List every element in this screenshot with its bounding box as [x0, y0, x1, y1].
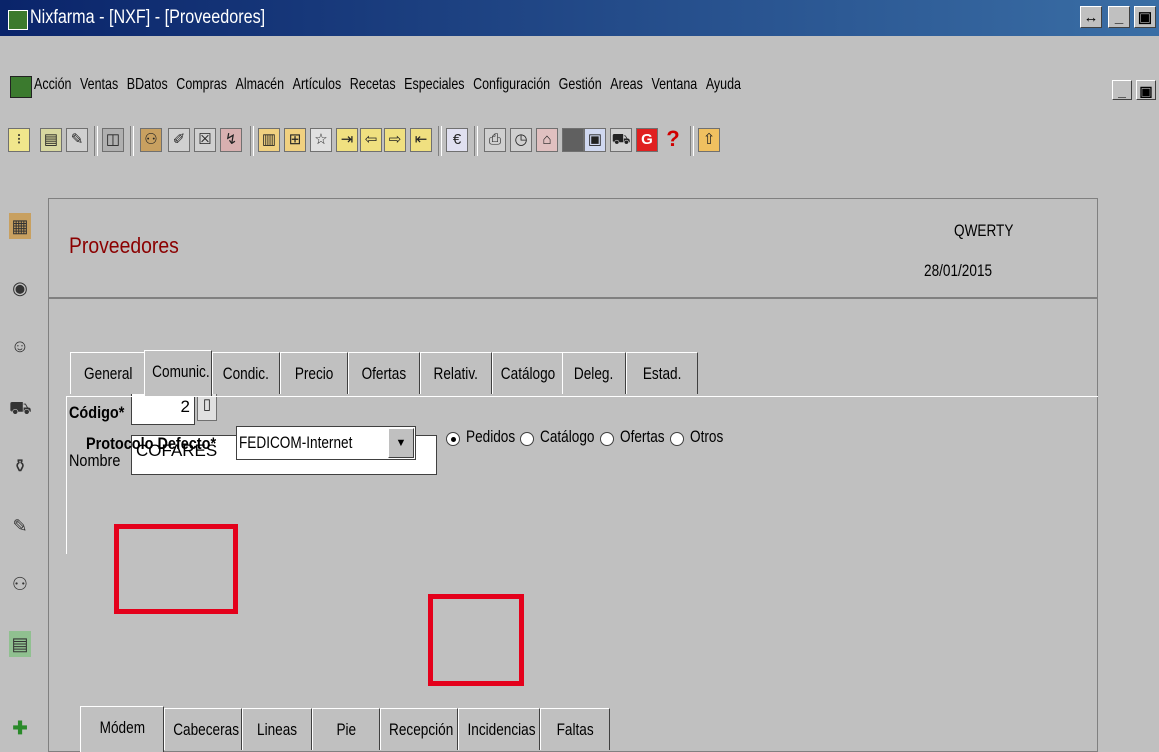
minimize-button[interactable]: _: [1108, 6, 1130, 28]
subtab-cabeceras[interactable]: Cabeceras: [164, 708, 242, 750]
maximize-button[interactable]: ▣: [1134, 6, 1156, 28]
menu-gestion[interactable]: Gestión: [559, 76, 602, 93]
subtab-pie[interactable]: Pie: [312, 708, 380, 750]
tab-estad[interactable]: Estad.: [626, 352, 698, 394]
book-icon[interactable]: ▦: [9, 213, 31, 239]
menu-configuracion[interactable]: Configuración: [473, 76, 550, 93]
add-icon[interactable]: ✚: [9, 715, 31, 741]
disabled-icon[interactable]: ◫: [102, 128, 124, 152]
subtab-faltas[interactable]: Faltas: [540, 708, 610, 750]
edit-icon[interactable]: ✎: [66, 128, 88, 152]
g-icon[interactable]: G: [636, 128, 658, 152]
people-icon[interactable]: ⚇: [9, 571, 31, 597]
help-icon[interactable]: ?: [662, 128, 684, 152]
pencil-icon[interactable]: ✎: [9, 513, 31, 539]
protocolo-label: Protocolo Defecto*: [86, 434, 217, 453]
subtab-modem[interactable]: Módem: [80, 706, 164, 752]
clock-icon[interactable]: ◷: [510, 128, 532, 152]
radio-pedidos-label: Pedidos: [466, 427, 516, 446]
radio-ofertas-label: Ofertas: [620, 427, 665, 446]
tab-precio[interactable]: Precio: [280, 352, 348, 394]
arrow-left-icon[interactable]: ⇦: [360, 128, 382, 152]
tab-ofertas[interactable]: Ofertas: [348, 352, 420, 394]
highlight-comunic-tab: [114, 524, 238, 614]
notes-icon[interactable]: ✐: [168, 128, 190, 152]
subtab-incidencias[interactable]: Incidencias: [458, 708, 540, 750]
current-date: 28/01/2015: [924, 261, 993, 280]
exit-icon[interactable]: ⇧: [698, 128, 720, 152]
resize-icon[interactable]: ↔: [1080, 6, 1102, 28]
coin-icon[interactable]: ◉: [9, 275, 31, 301]
cart-icon[interactable]: ⛟: [610, 128, 632, 152]
title-bar: Nixfarma - [NXF] - [Proveedores] ↔ _ ▣: [0, 0, 1159, 36]
next-record-icon[interactable]: ⇥: [336, 128, 358, 152]
menu-accion[interactable]: Acción: [34, 76, 71, 93]
menu-ventas[interactable]: Ventas: [80, 76, 118, 93]
menu-bar: Acción Ventas BDatos Compras Almacén Artículo…: [0, 70, 1159, 104]
panel-header: Proveedores QWERTY 28/01/2015: [49, 199, 1097, 299]
binoculars-icon[interactable]: ⚇: [140, 128, 162, 152]
radio-checked-dot: [451, 437, 456, 442]
user-name: QWERTY: [954, 221, 1014, 240]
radio-catalogo-label: Catálogo: [540, 427, 595, 446]
euro-icon[interactable]: €: [446, 128, 468, 152]
star-icon[interactable]: ☆: [310, 128, 332, 152]
radio-otros-label: Otros: [690, 427, 724, 446]
delete-icon[interactable]: ☒: [194, 128, 216, 152]
menu-areas[interactable]: Areas: [610, 76, 643, 93]
tab-comunic[interactable]: Comunic.: [144, 350, 212, 396]
toolbar: ⁝ ▤ ✎ ◫ ⚇ ✐ ☒ ↯ ▥ ⊞ ☆ ⇥ ⇦ ⇨ ⇤ € ⎙ ◷ ⌂ ▣ …: [0, 120, 1159, 160]
chevron-down-icon[interactable]: ▼: [388, 428, 414, 458]
list-icon[interactable]: ⁝: [8, 128, 30, 152]
protocolo-value: FEDICOM-Internet: [239, 433, 353, 452]
app-icon: [8, 10, 28, 30]
right-strip: [1100, 198, 1159, 752]
subtab-lineas[interactable]: Lineas: [242, 708, 312, 750]
import-icon[interactable]: ⇤: [410, 128, 432, 152]
lock-icon[interactable]: ⌂: [536, 128, 558, 152]
tab-condic[interactable]: Condic.: [212, 352, 280, 394]
menu-bdatos[interactable]: BDatos: [127, 76, 168, 93]
computer-icon[interactable]: ▣: [584, 128, 606, 152]
menu-compras[interactable]: Compras: [176, 76, 227, 93]
tab-deleg[interactable]: Deleg.: [562, 352, 626, 394]
menu-ayuda[interactable]: Ayuda: [706, 76, 741, 93]
report-icon[interactable]: ▥: [258, 128, 280, 152]
stop-icon[interactable]: [562, 128, 584, 152]
tab-relativ[interactable]: Relativ.: [420, 352, 492, 394]
export-icon[interactable]: ↯: [220, 128, 242, 152]
tree-icon[interactable]: ⊞: [284, 128, 306, 152]
tab-catalogo[interactable]: Catálogo: [492, 352, 564, 394]
basket-icon[interactable]: ⚱: [9, 453, 31, 479]
menu-articulos[interactable]: Artículos: [293, 76, 342, 93]
menu-recetas[interactable]: Recetas: [350, 76, 396, 93]
print-icon[interactable]: ⎙: [484, 128, 506, 152]
highlight-pedidos-radio: [428, 594, 524, 686]
form-icon[interactable]: ▤: [40, 128, 62, 152]
cart-icon[interactable]: ⛟: [9, 395, 32, 421]
tab-general[interactable]: General: [70, 352, 146, 394]
arrow-right-icon[interactable]: ⇨: [384, 128, 406, 152]
person-icon[interactable]: ☺: [9, 333, 31, 359]
protocolo-select[interactable]: FEDICOM-Internet ▼: [236, 426, 416, 460]
mdi-maximize-button[interactable]: ▣: [1136, 80, 1156, 100]
computer-icon[interactable]: ▤: [9, 631, 31, 657]
menu-almacen[interactable]: Almacén: [236, 76, 285, 93]
window-title: Nixfarma - [NXF] - [Proveedores]: [30, 7, 266, 28]
menu-items: Acción Ventas BDatos Compras Almacén Artículo…: [34, 76, 750, 94]
sidebar: ▦ ◉ ☺ ⛟ ⚱ ✎ ⚇ ▤ ✚: [0, 195, 40, 752]
page-title: Proveedores: [69, 233, 179, 258]
mdi-minimize-button[interactable]: _: [1112, 80, 1132, 100]
menu-ventana[interactable]: Ventana: [651, 76, 697, 93]
subtab-recepcion[interactable]: Recepción: [380, 708, 458, 750]
document-icon[interactable]: [10, 76, 32, 98]
menu-especiales[interactable]: Especiales: [404, 76, 464, 93]
